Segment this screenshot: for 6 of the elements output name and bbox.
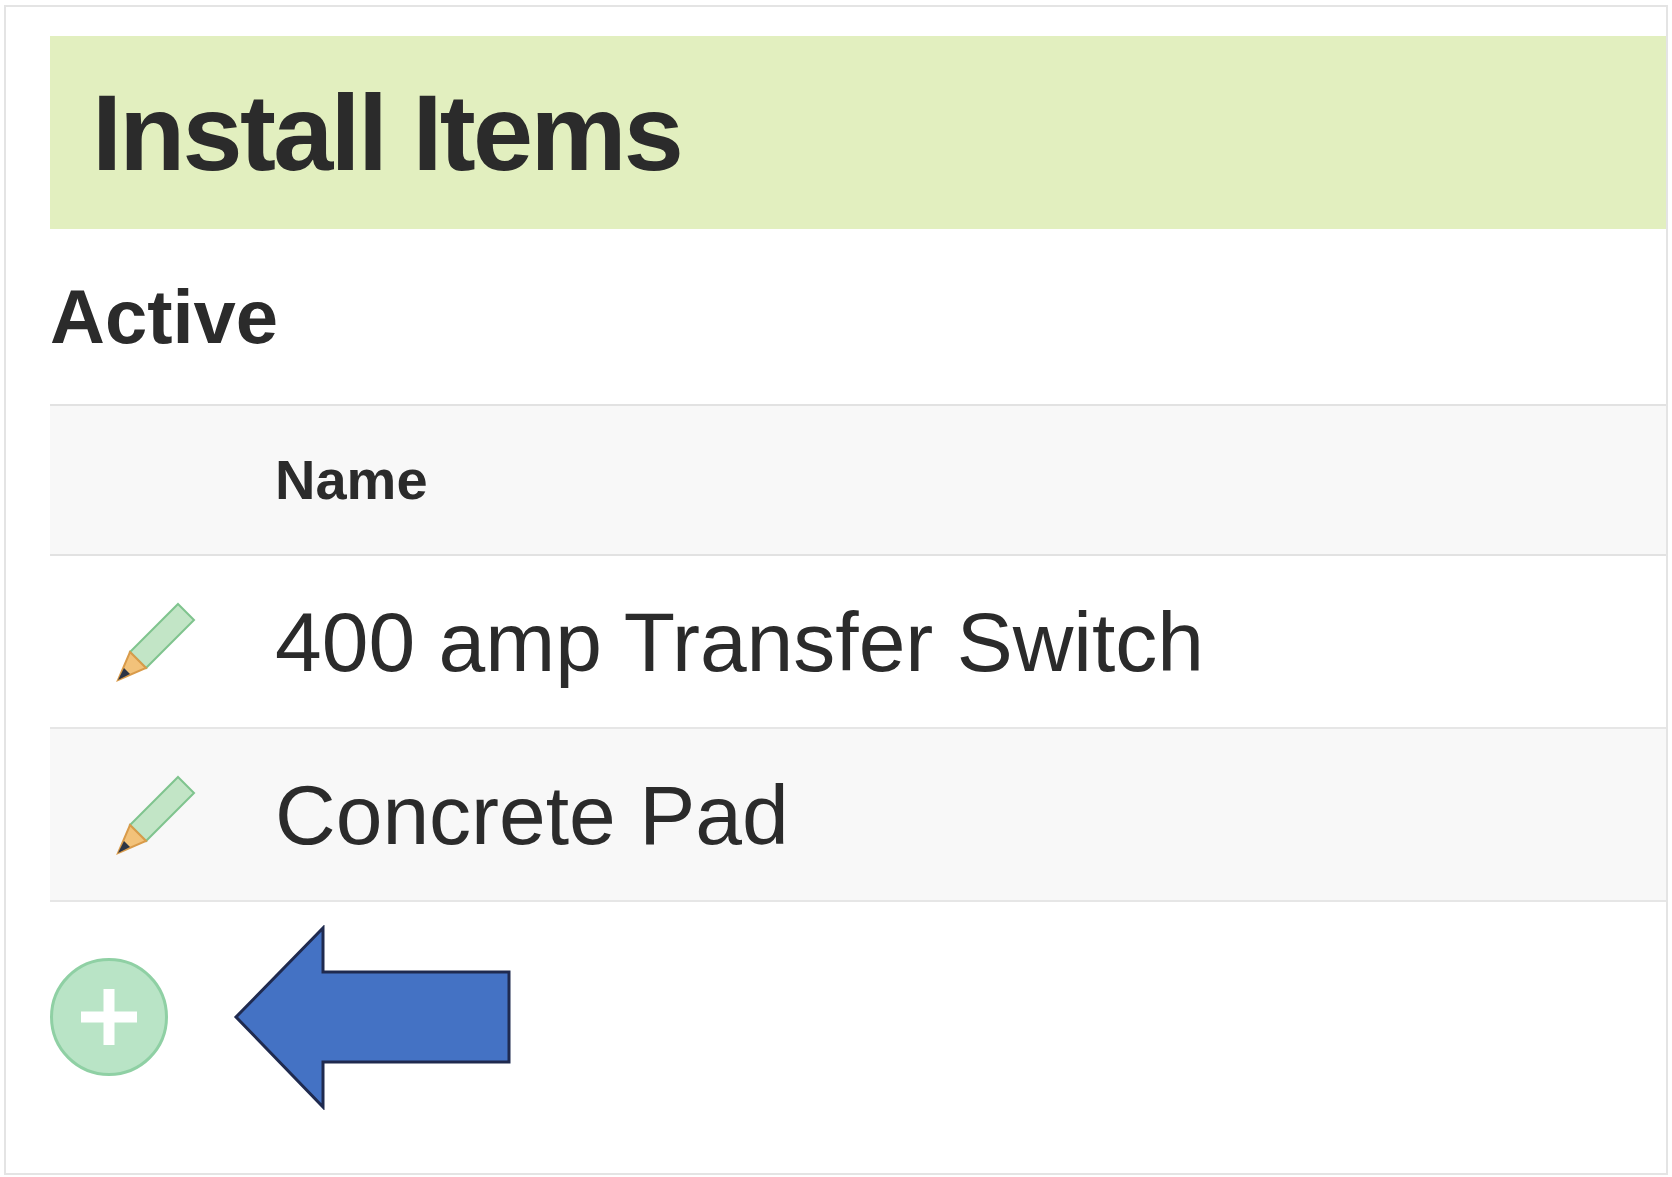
section-heading: Active xyxy=(50,278,279,355)
page-title: Install Items xyxy=(92,78,682,187)
pencil-icon[interactable] xyxy=(115,774,196,855)
pencil-icon[interactable] xyxy=(115,601,196,682)
item-name: Concrete Pad xyxy=(275,772,789,857)
column-header: Name xyxy=(275,447,428,513)
